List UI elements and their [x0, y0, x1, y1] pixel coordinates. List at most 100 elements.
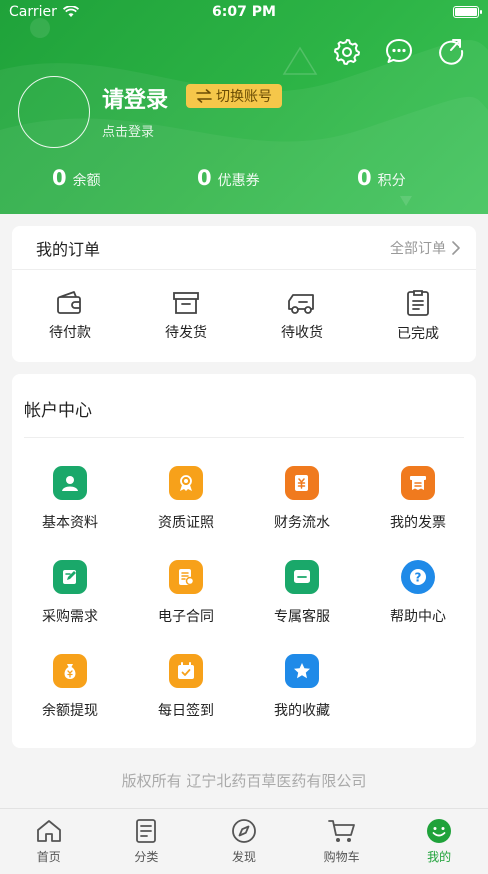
account-item-label: 我的收藏 — [274, 703, 330, 719]
truck-icon — [288, 294, 314, 314]
invoice-icon — [401, 466, 435, 500]
order-pending-shipment[interactable]: 待发货 — [128, 270, 244, 362]
chat-icon — [285, 560, 319, 594]
stat-value: 0 — [52, 166, 67, 190]
order-status-grid: 待付款 待发货 待收货 已完成 — [12, 270, 476, 362]
help-icon: ? — [401, 560, 435, 594]
checklist-icon — [407, 290, 429, 316]
account-item-invoice[interactable]: 我的发票 — [360, 466, 476, 532]
account-item-label: 帮助中心 — [390, 609, 446, 625]
calendar-icon — [169, 654, 203, 688]
orders-card: 我的订单 全部订单 待付款 待发货 待收货 已完成 — [12, 226, 476, 362]
orders-header: 我的订单 全部订单 — [12, 226, 476, 270]
account-item-basic-info[interactable]: 基本资料 — [12, 466, 128, 532]
stat-balance[interactable]: 0 余额 — [52, 166, 101, 190]
bottom-tab-bar: 首页 分类 发现 购物车 我的 — [0, 808, 488, 874]
account-item-e-contract[interactable]: 电子合同 — [128, 560, 244, 626]
stat-label: 余额 — [72, 173, 101, 189]
cart-icon — [327, 820, 355, 842]
account-item-label: 采购需求 — [42, 609, 98, 625]
status-bar: Carrier 6:07 PM — [0, 0, 488, 26]
account-item-favorites[interactable]: 我的收藏 — [244, 654, 360, 720]
account-item-customer-service[interactable]: 专属客服 — [244, 560, 360, 626]
order-status-label: 待收货 — [281, 325, 323, 341]
clock: 6:07 PM — [212, 4, 276, 20]
tab-home[interactable]: 首页 — [0, 809, 98, 874]
account-item-label: 专属客服 — [274, 609, 330, 625]
category-icon — [136, 819, 157, 843]
login-title[interactable]: 请登录 — [102, 82, 168, 114]
svg-text:?: ? — [415, 571, 422, 585]
account-center-title: 帐户中心 — [24, 401, 92, 421]
order-status-label: 已完成 — [397, 326, 439, 342]
account-item-label: 余额提现 — [42, 703, 98, 719]
avatar[interactable] — [18, 76, 90, 148]
gear-icon — [334, 39, 360, 65]
chevron-right-icon — [452, 240, 460, 255]
tab-label: 我的 — [427, 850, 452, 864]
account-item-label: 我的发票 — [390, 515, 446, 531]
account-item-label: 财务流水 — [274, 515, 330, 531]
all-orders-link[interactable]: 全部订单 — [390, 238, 460, 258]
moneybag-icon — [53, 654, 87, 688]
orders-title: 我的订单 — [36, 239, 101, 259]
edit-icon — [53, 560, 87, 594]
order-status-label: 待付款 — [49, 325, 91, 341]
switch-account-label: 切换账号 — [216, 89, 272, 105]
compass-icon — [232, 819, 256, 843]
account-item-finance[interactable]: 财务流水 — [244, 466, 360, 532]
swap-arrows-icon — [196, 89, 212, 103]
stats-row: 0 余额 0 优惠券 0 积分 — [0, 166, 488, 196]
contract-icon — [169, 560, 203, 594]
chat-bubble-icon — [386, 39, 412, 63]
account-item-withdraw[interactable]: 余额提现 — [12, 654, 128, 720]
finance-icon — [285, 466, 319, 500]
smile-icon — [427, 819, 452, 843]
account-center-card: 帐户中心 基本资料 资质证照 财务流水 我的发票 采购需求 电子合同 专属客服 … — [12, 374, 476, 748]
header-actions — [332, 36, 466, 66]
order-pending-receipt[interactable]: 待收货 — [244, 270, 360, 362]
account-item-label: 电子合同 — [158, 609, 214, 625]
star-icon — [285, 654, 319, 688]
stat-value: 0 — [197, 166, 212, 190]
certificate-icon — [169, 466, 203, 500]
tab-category[interactable]: 分类 — [98, 809, 196, 874]
order-pending-payment[interactable]: 待付款 — [12, 270, 128, 362]
order-completed[interactable]: 已完成 — [360, 270, 476, 362]
account-item-purchase-demand[interactable]: 采购需求 — [12, 560, 128, 626]
all-orders-label: 全部订单 — [390, 240, 446, 257]
login-subtitle[interactable]: 点击登录 — [102, 121, 154, 140]
account-center-header: 帐户中心 — [12, 374, 476, 438]
stat-coupons[interactable]: 0 优惠券 — [197, 166, 260, 190]
share-icon — [439, 39, 464, 65]
tab-cart[interactable]: 购物车 — [293, 809, 391, 874]
account-item-qualification[interactable]: 资质证照 — [128, 466, 244, 532]
box-icon — [173, 292, 199, 314]
divider — [24, 437, 464, 438]
profile-header: Carrier 6:07 PM 请登录 切换账号 点击登录 0 余额 0 优惠券… — [0, 0, 488, 214]
stat-value: 0 — [357, 166, 372, 190]
wallet-icon — [57, 291, 81, 314]
battery-icon — [453, 6, 482, 18]
tab-label: 首页 — [36, 850, 61, 864]
stat-label: 积分 — [377, 173, 406, 189]
order-status-label: 待发货 — [165, 325, 207, 341]
home-icon — [36, 820, 61, 842]
switch-account-button[interactable]: 切换账号 — [186, 84, 282, 108]
share-button[interactable] — [436, 36, 466, 66]
account-item-label: 资质证照 — [158, 515, 214, 531]
settings-button[interactable] — [332, 36, 362, 66]
account-item-label: 每日签到 — [158, 703, 214, 719]
tab-discover[interactable]: 发现 — [195, 809, 293, 874]
copyright-text: 版权所有 辽宁北药百草医药有限公司 — [121, 772, 367, 790]
tab-label: 购物车 — [323, 850, 360, 864]
tab-label: 分类 — [134, 850, 159, 864]
stat-label: 优惠券 — [217, 173, 260, 189]
account-item-help-center[interactable]: ? 帮助中心 — [360, 560, 476, 626]
messages-button[interactable] — [384, 36, 414, 66]
account-item-daily-checkin[interactable]: 每日签到 — [128, 654, 244, 720]
stat-points[interactable]: 0 积分 — [357, 166, 406, 190]
tab-label: 发现 — [231, 850, 256, 864]
user-icon — [53, 466, 87, 500]
tab-mine[interactable]: 我的 — [390, 809, 488, 874]
